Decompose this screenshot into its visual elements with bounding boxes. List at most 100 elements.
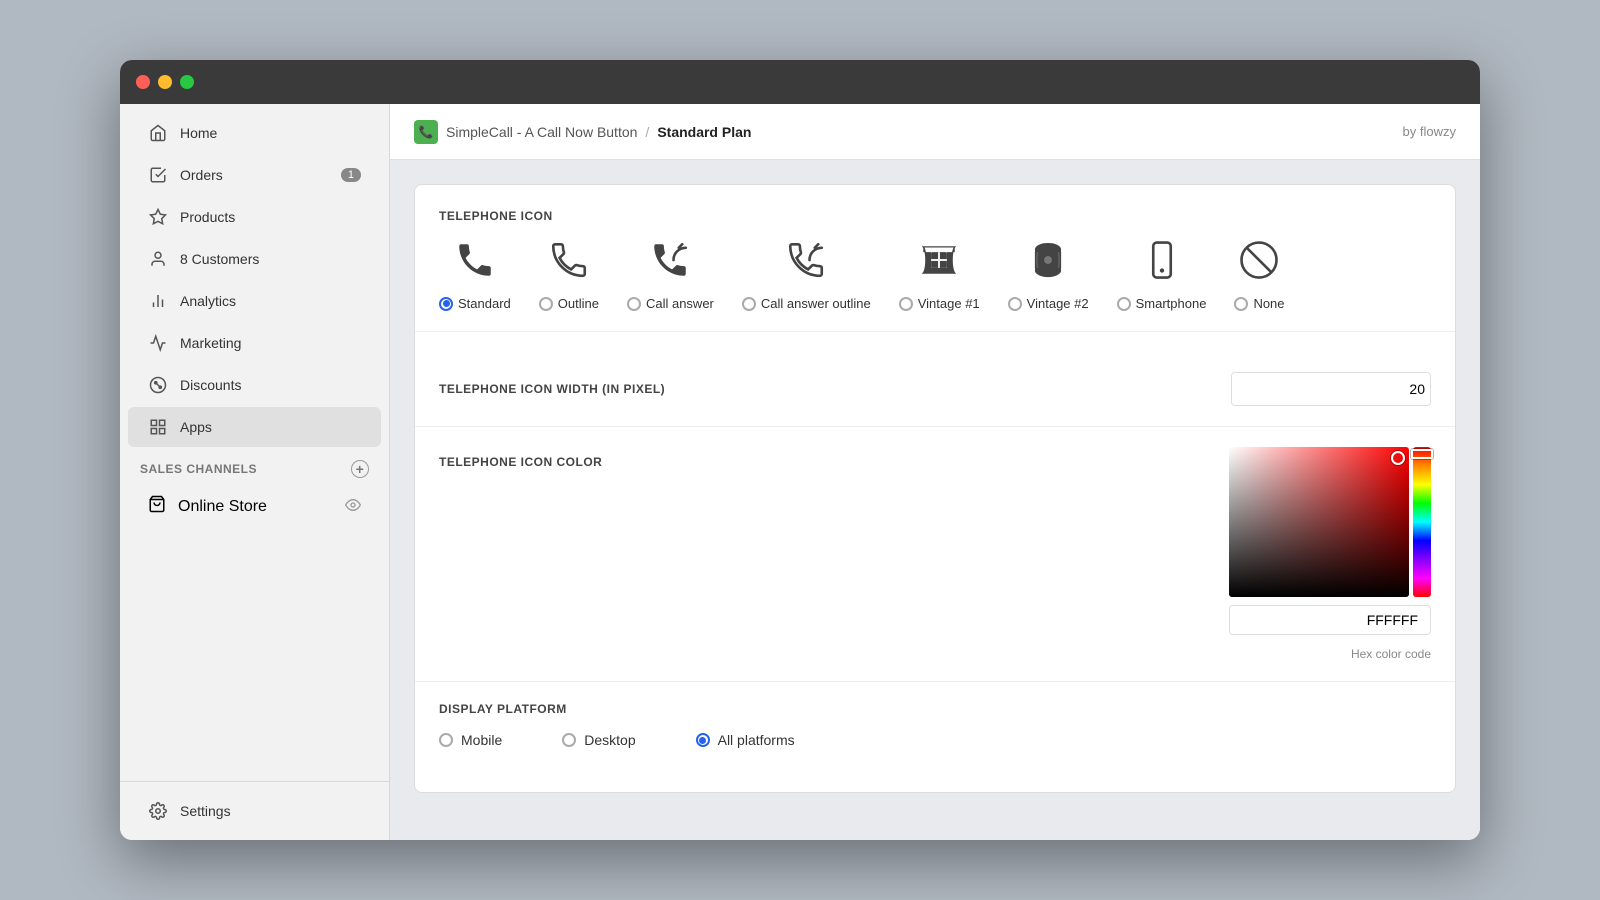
page-content: TELEPHONE ICON Standard	[390, 160, 1480, 840]
sidebar-bottom: Settings	[120, 781, 389, 840]
icon-option-standard[interactable]: Standard	[439, 239, 511, 311]
icon-option-outline[interactable]: Outline	[539, 239, 599, 311]
titlebar	[120, 60, 1480, 104]
smartphone-phone-icon	[1141, 239, 1183, 288]
color-picker-area: Hex color code	[1229, 447, 1431, 661]
color-gradient-box[interactable]	[1229, 447, 1409, 597]
online-store-label: Online Store	[178, 498, 267, 516]
platform-option-desktop[interactable]: Desktop	[562, 732, 635, 748]
hex-input[interactable]	[1242, 612, 1418, 628]
standard-phone-icon	[454, 239, 496, 288]
sidebar-item-marketing[interactable]: Marketing	[128, 323, 381, 363]
sidebar-item-settings[interactable]: Settings	[128, 791, 381, 831]
outline-radio[interactable]	[539, 297, 553, 311]
icon-option-vintage2[interactable]: Vintage #2	[1008, 239, 1089, 311]
sidebar: Home Orders 1 Products 8 Customers	[120, 104, 390, 840]
add-sales-channel-button[interactable]: +	[351, 460, 369, 478]
vintage2-phone-icon	[1027, 239, 1069, 288]
sidebar-item-products[interactable]: Products	[128, 197, 381, 237]
maximize-button[interactable]	[180, 75, 194, 89]
discounts-icon	[148, 375, 168, 395]
outline-phone-icon	[548, 239, 590, 288]
orders-badge: 1	[341, 168, 361, 182]
color-field-label: TELEPHONE ICON COLOR	[439, 447, 739, 469]
icon-options-grid: Standard Outline	[439, 239, 1431, 311]
sidebar-item-customers[interactable]: 8 Customers	[128, 239, 381, 279]
call-answer-outline-radio[interactable]	[742, 297, 756, 311]
sidebar-item-orders[interactable]: Orders 1	[128, 155, 381, 195]
icon-option-smartphone[interactable]: Smartphone	[1117, 239, 1207, 311]
all-platforms-label: All platforms	[718, 732, 795, 748]
mobile-radio[interactable]	[439, 733, 453, 747]
breadcrumb: 📞 SimpleCall - A Call Now Button / Stand…	[414, 120, 751, 144]
call-answer-label: Call answer	[646, 296, 714, 311]
icon-option-call-answer-outline[interactable]: Call answer outline	[742, 239, 871, 311]
call-answer-radio[interactable]	[627, 297, 641, 311]
platform-option-mobile[interactable]: Mobile	[439, 732, 502, 748]
all-platforms-radio[interactable]	[696, 733, 710, 747]
sidebar-item-analytics[interactable]: Analytics	[128, 281, 381, 321]
smartphone-radio[interactable]	[1117, 297, 1131, 311]
eye-icon[interactable]	[345, 497, 361, 516]
call-answer-outline-label-row: Call answer outline	[742, 296, 871, 311]
apps-icon	[148, 417, 168, 437]
sidebar-customers-label: 8 Customers	[180, 251, 259, 267]
hex-label: Hex color code	[1351, 647, 1431, 661]
color-hue-strip[interactable]	[1413, 447, 1431, 597]
traffic-lights	[136, 75, 194, 89]
color-picker-main	[1229, 447, 1431, 597]
smartphone-label-row: Smartphone	[1117, 296, 1207, 311]
color-section-inner: TELEPHONE ICON COLOR	[439, 447, 1431, 661]
sales-channels-label: SALES CHANNELS	[140, 462, 257, 476]
by-flowzy-label: by flowzy	[1403, 124, 1456, 139]
standard-radio[interactable]	[439, 297, 453, 311]
sidebar-item-apps[interactable]: Apps	[128, 407, 381, 447]
sidebar-products-label: Products	[180, 209, 235, 225]
outline-label-row: Outline	[539, 296, 599, 311]
color-section: TELEPHONE ICON COLOR	[439, 427, 1431, 681]
icon-option-none[interactable]: None	[1234, 239, 1284, 311]
width-field-control: ▲ ▼	[1231, 372, 1431, 406]
sidebar-analytics-label: Analytics	[180, 293, 236, 309]
sidebar-item-online-store[interactable]: Online Store	[128, 485, 381, 528]
products-icon	[148, 207, 168, 227]
vintage1-label: Vintage #1	[918, 296, 980, 311]
breadcrumb-separator: /	[645, 124, 649, 140]
breadcrumb-app-name[interactable]: SimpleCall - A Call Now Button	[446, 124, 637, 140]
width-field-row: TELEPHONE ICON WIDTH (IN PIXEL) ▲ ▼	[439, 352, 1431, 426]
main-window: Home Orders 1 Products 8 Customers	[120, 60, 1480, 840]
sales-channels-section: SALES CHANNELS +	[120, 448, 389, 484]
settings-icon	[148, 801, 168, 821]
pixel-input[interactable]	[1232, 373, 1431, 405]
top-bar: 📞 SimpleCall - A Call Now Button / Stand…	[390, 104, 1480, 160]
sidebar-orders-label: Orders	[180, 167, 223, 183]
desktop-radio[interactable]	[562, 733, 576, 747]
sidebar-marketing-label: Marketing	[180, 335, 241, 351]
platform-section-title: DISPLAY PLATFORM	[439, 702, 1431, 716]
analytics-icon	[148, 291, 168, 311]
smartphone-label: Smartphone	[1136, 296, 1207, 311]
none-radio[interactable]	[1234, 297, 1248, 311]
settings-card: TELEPHONE ICON Standard	[414, 184, 1456, 793]
none-label: None	[1253, 296, 1284, 311]
sidebar-item-discounts[interactable]: Discounts	[128, 365, 381, 405]
vintage2-radio[interactable]	[1008, 297, 1022, 311]
close-button[interactable]	[136, 75, 150, 89]
vintage1-phone-icon	[918, 239, 960, 288]
gradient-indicator[interactable]	[1391, 451, 1405, 465]
icon-option-call-answer[interactable]: Call answer	[627, 239, 714, 311]
sidebar-item-home[interactable]: Home	[128, 113, 381, 153]
settings-label: Settings	[180, 803, 231, 819]
minimize-button[interactable]	[158, 75, 172, 89]
marketing-icon	[148, 333, 168, 353]
vintage1-radio[interactable]	[899, 297, 913, 311]
call-answer-outline-label: Call answer outline	[761, 296, 871, 311]
orders-icon	[148, 165, 168, 185]
none-phone-icon	[1238, 239, 1280, 288]
app-icon: 📞	[414, 120, 438, 144]
icon-option-vintage1[interactable]: Vintage #1	[899, 239, 980, 311]
call-answer-label-row: Call answer	[627, 296, 714, 311]
vintage2-label: Vintage #2	[1027, 296, 1089, 311]
vintage1-label-row: Vintage #1	[899, 296, 980, 311]
platform-option-all[interactable]: All platforms	[696, 732, 795, 748]
